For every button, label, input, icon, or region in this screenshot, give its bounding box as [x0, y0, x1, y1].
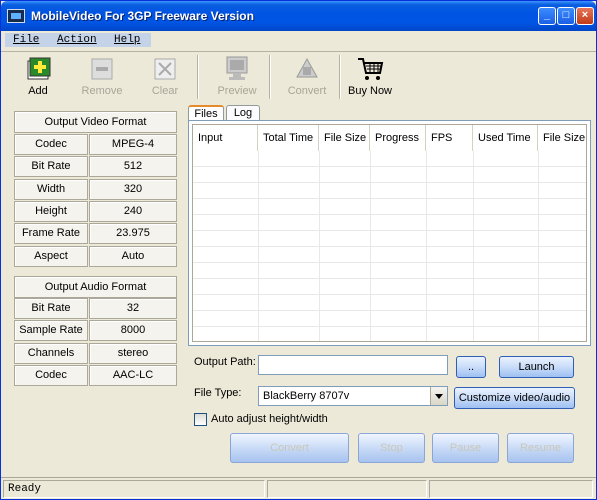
video-format-header: Output Video Format [14, 111, 177, 133]
preview-icon [226, 56, 248, 80]
buy-now-label: Buy Now [347, 85, 393, 97]
launch-button[interactable]: Launch [499, 356, 574, 378]
column-total-time[interactable]: Total Time [258, 125, 319, 151]
output-path-input[interactable] [258, 355, 448, 375]
table-row [193, 279, 586, 295]
table-row [193, 183, 586, 199]
video-width-label: Width [14, 179, 88, 200]
video-codec-label: Codec [14, 134, 88, 155]
menu-file[interactable]: File [13, 33, 39, 47]
convert-label: Convert [287, 85, 327, 97]
remove-icon [91, 58, 113, 80]
column-file-size[interactable]: File Size [319, 125, 370, 151]
app-icon [7, 9, 25, 23]
status-text: Ready [3, 480, 265, 498]
buy-now-button[interactable]: Buy Now [340, 55, 400, 101]
auto-adjust-checkbox[interactable] [194, 413, 207, 426]
add-label: Add [28, 85, 48, 97]
table-row [193, 263, 586, 279]
table-row [193, 151, 586, 167]
auto-adjust-label: Auto adjust height/width [211, 413, 328, 425]
audio-samplerate-label: Sample Rate [14, 320, 88, 341]
video-bitrate-label: Bit Rate [14, 156, 88, 177]
browse-button[interactable]: .. [456, 356, 486, 378]
convert-action-button[interactable]: Convert [230, 433, 349, 463]
table-row [193, 215, 586, 231]
audio-codec-label: Codec [14, 365, 88, 386]
tab-files[interactable]: Files [188, 105, 224, 121]
file-type-select[interactable]: BlackBerry 8707v [258, 386, 448, 406]
video-framerate-label: Frame Rate [14, 223, 88, 244]
resume-button[interactable]: Resume [507, 433, 574, 463]
video-framerate-value[interactable]: 23.975 [89, 223, 177, 244]
table-row [193, 247, 586, 263]
window-title: MobileVideo For 3GP Freeware Version [31, 9, 254, 23]
output-path-label: Output Path: [194, 356, 256, 368]
remove-button[interactable]: Remove [72, 55, 132, 101]
audio-channels-label: Channels [14, 343, 88, 364]
video-codec-value[interactable]: MPEG-4 [89, 134, 177, 155]
status-panel [267, 480, 427, 498]
toolbar-divider [1, 51, 596, 52]
audio-bitrate-value[interactable]: 32 [89, 298, 177, 319]
file-type-label: File Type: [194, 387, 242, 399]
stop-button[interactable]: Stop [358, 433, 425, 463]
title-bar[interactable]: MobileVideo For 3GP Freeware Version _ □… [1, 1, 596, 31]
audio-bitrate-label: Bit Rate [14, 298, 88, 319]
audio-samplerate-value[interactable]: 8000 [89, 320, 177, 341]
video-height-label: Height [14, 201, 88, 222]
audio-channels-value[interactable]: stereo [89, 343, 177, 364]
column-used-time[interactable]: Used Time [473, 125, 538, 151]
video-height-value[interactable]: 240 [89, 201, 177, 222]
file-list-body[interactable]: Input Total Time File Size Progress FPS … [192, 124, 587, 342]
column-input[interactable]: Input [193, 125, 258, 151]
audio-format-header: Output Audio Format [14, 276, 177, 298]
add-button[interactable]: Add [8, 55, 68, 101]
clear-button[interactable]: Clear [135, 55, 195, 101]
table-row [193, 327, 586, 341]
table-row [193, 311, 586, 327]
status-panel [429, 480, 593, 498]
menu-bar: File Action Help [5, 33, 151, 47]
menu-action[interactable]: Action [57, 33, 97, 47]
file-list-header: Input Total Time File Size Progress FPS … [193, 125, 586, 151]
audio-codec-value[interactable]: AAC-LC [89, 365, 177, 386]
column-progress[interactable]: Progress [370, 125, 426, 151]
convert-icon [296, 57, 318, 78]
clear-label: Clear [151, 85, 179, 97]
column-fps[interactable]: FPS [426, 125, 473, 151]
table-row [193, 167, 586, 183]
clear-icon [154, 58, 176, 80]
video-aspect-value[interactable]: Auto [89, 246, 177, 267]
table-row [193, 231, 586, 247]
main-window: MobileVideo For 3GP Freeware Version _ □… [0, 0, 597, 500]
convert-button[interactable]: Convert [277, 55, 337, 101]
customize-button[interactable]: Customize video/audio [454, 387, 575, 409]
video-width-value[interactable]: 320 [89, 179, 177, 200]
cart-icon [358, 58, 384, 80]
column-output-file-size[interactable]: File Size [538, 125, 586, 151]
chevron-down-icon[interactable] [430, 387, 447, 405]
toolbar-separator [269, 55, 271, 99]
toolbar-separator [197, 55, 199, 99]
table-row [193, 199, 586, 215]
close-button[interactable]: × [576, 7, 594, 25]
file-type-value: BlackBerry 8707v [263, 390, 350, 402]
remove-label: Remove [81, 85, 123, 97]
video-bitrate-value[interactable]: 512 [89, 156, 177, 177]
status-bar: Ready [1, 477, 596, 499]
tab-log[interactable]: Log [226, 105, 260, 121]
preview-label: Preview [217, 85, 257, 97]
video-aspect-label: Aspect [14, 246, 88, 267]
preview-button[interactable]: Preview [207, 55, 267, 101]
file-list[interactable]: Input Total Time File Size Progress FPS … [188, 120, 591, 346]
pause-button[interactable]: Pause [432, 433, 499, 463]
table-row [193, 295, 586, 311]
add-icon [27, 57, 51, 80]
maximize-button[interactable]: □ [557, 7, 575, 25]
menu-help[interactable]: Help [114, 33, 140, 47]
minimize-button[interactable]: _ [538, 7, 556, 25]
